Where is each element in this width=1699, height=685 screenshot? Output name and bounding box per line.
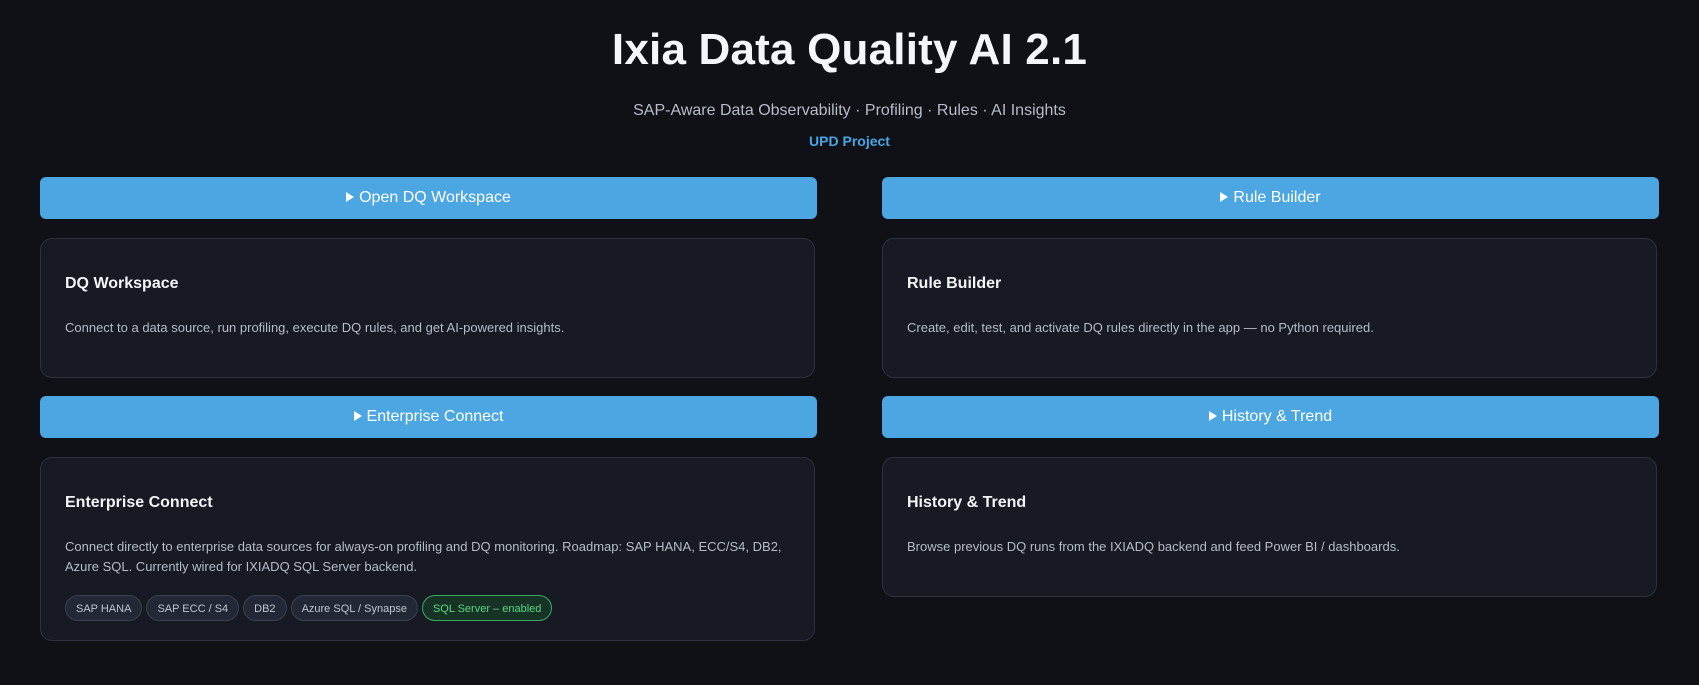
history-trend-button-label: History & Trend: [1221, 408, 1333, 425]
play-icon: [1208, 411, 1217, 421]
rule-builder-button[interactable]: Rule Builder: [882, 177, 1659, 219]
tag-sql-server-enabled: SQL Server – enabled: [421, 595, 553, 621]
connector-tags: SAP HANA SAP ECC / S4 DB2 Azure SQL / Sy…: [65, 595, 553, 621]
enterprise-connect-card: Enterprise Connect Connect directly to e…: [40, 457, 815, 641]
rule-builder-button-label: Rule Builder: [1233, 189, 1321, 206]
open-dq-workspace-button-label: Open DQ Workspace: [359, 189, 511, 206]
rule-builder-card: Rule Builder Create, edit, test, and act…: [882, 238, 1657, 378]
page-title: Ixia Data Quality AI 2.1: [611, 25, 1088, 74]
play-icon: [1220, 192, 1229, 202]
dq-workspace-card: DQ Workspace Connect to a data source, r…: [40, 238, 815, 378]
tag-sap-ecc-s4: SAP ECC / S4: [146, 595, 240, 621]
history-trend-card-description: Browse previous DQ runs from the IXIADQ …: [907, 539, 1400, 554]
history-trend-card-title: History & Trend: [907, 494, 1027, 511]
history-trend-button[interactable]: History & Trend: [882, 396, 1659, 438]
project-label: UPD Project: [809, 133, 890, 149]
page-subtitle: SAP-Aware Data Observability · Profiling…: [633, 102, 1066, 119]
rule-builder-card-description: Create, edit, test, and activate DQ rule…: [907, 320, 1374, 335]
enterprise-connect-button-label: Enterprise Connect: [366, 408, 504, 425]
enterprise-connect-card-title: Enterprise Connect: [65, 494, 213, 511]
enterprise-connect-button[interactable]: Enterprise Connect: [40, 396, 817, 438]
rule-builder-card-title: Rule Builder: [907, 275, 1002, 292]
tag-azure-sql-synapse: Azure SQL / Synapse: [290, 595, 418, 621]
dq-workspace-card-description: Connect to a data source, run profiling,…: [65, 320, 565, 335]
enterprise-connect-card-description: Connect directly to enterprise data sour…: [65, 539, 782, 574]
tag-db2: DB2: [243, 595, 287, 621]
play-icon: [353, 411, 362, 421]
dq-workspace-card-title: DQ Workspace: [65, 275, 179, 292]
play-icon: [346, 192, 355, 202]
open-dq-workspace-button[interactable]: Open DQ Workspace: [40, 177, 817, 219]
tag-sap-hana: SAP HANA: [65, 595, 143, 621]
history-trend-card: History & Trend Browse previous DQ runs …: [882, 457, 1657, 597]
